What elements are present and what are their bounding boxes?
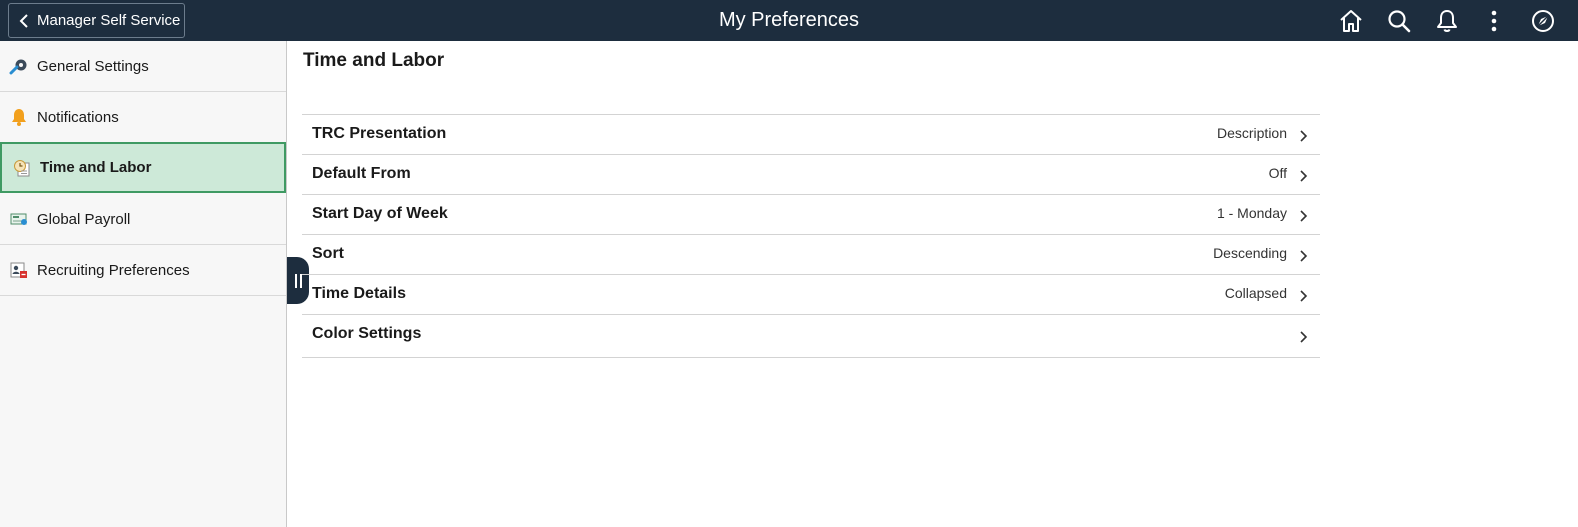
chevron-left-icon <box>19 13 28 28</box>
sidebar-item-label: General Settings <box>37 57 149 75</box>
chevron-right-icon <box>1300 250 1308 262</box>
pref-value: Collapsed <box>1224 285 1287 301</box>
pref-label: Sort <box>312 245 344 262</box>
pref-label: Start Day of Week <box>312 205 448 222</box>
sidebar-item-time-and-labor[interactable]: Time and Labor <box>0 142 286 193</box>
top-banner: Manager Self Service My Preferences <box>0 0 1578 41</box>
back-button-label: Manager Self Service <box>37 12 181 29</box>
pref-row-trc-presentation[interactable]: TRC Presentation Description <box>302 115 1320 155</box>
sidebar-item-label: Global Payroll <box>37 210 131 228</box>
bell-icon <box>9 107 29 127</box>
pref-row-sort[interactable]: Sort Descending <box>302 235 1320 275</box>
chevron-right-icon <box>1300 331 1308 343</box>
wrench-gear-icon <box>9 56 29 76</box>
payroll-check-icon <box>9 209 29 229</box>
pref-row-time-details[interactable]: Time Details Collapsed <box>302 275 1320 315</box>
sidebar: General Settings Notifications Time and … <box>0 41 287 527</box>
pref-row-color-settings[interactable]: Color Settings <box>302 315 1320 358</box>
bell-icon[interactable] <box>1434 8 1460 34</box>
pref-value: Off <box>1268 165 1287 181</box>
section-title: Time and Labor <box>303 50 445 71</box>
sidebar-item-label: Time and Labor <box>40 159 152 176</box>
home-icon[interactable] <box>1338 8 1364 34</box>
search-icon[interactable] <box>1386 8 1412 34</box>
sidebar-item-label: Notifications <box>37 108 119 126</box>
sidebar-item-recruiting-preferences[interactable]: Recruiting Preferences <box>0 245 286 296</box>
compass-icon[interactable] <box>1530 8 1556 34</box>
pref-row-start-day-of-week[interactable]: Start Day of Week 1 - Monday <box>302 195 1320 235</box>
chevron-right-icon <box>1300 130 1308 142</box>
chevron-right-icon <box>1300 170 1308 182</box>
back-button[interactable]: Manager Self Service <box>8 3 185 38</box>
clock-document-icon <box>12 158 32 178</box>
pref-value: Description <box>1216 125 1287 141</box>
pref-label: Color Settings <box>312 325 422 342</box>
handle-grip-line <box>294 273 297 288</box>
pref-label: TRC Presentation <box>312 125 447 142</box>
pref-label: Default From <box>312 165 411 182</box>
chevron-right-icon <box>1300 210 1308 222</box>
chevron-right-icon <box>1300 290 1308 302</box>
sidebar-item-global-payroll[interactable]: Global Payroll <box>0 194 286 245</box>
more-vertical-icon[interactable] <box>1481 8 1507 34</box>
recruiting-badge-icon <box>9 260 29 280</box>
pref-value: Descending <box>1213 245 1287 261</box>
pref-row-default-from[interactable]: Default From Off <box>302 155 1320 195</box>
pref-label: Time Details <box>312 285 406 302</box>
preferences-list: TRC Presentation Description Default Fro… <box>302 114 1320 358</box>
sidebar-item-notifications[interactable]: Notifications <box>0 92 286 143</box>
sidebar-item-label: Recruiting Preferences <box>37 261 190 279</box>
sidebar-item-general-settings[interactable]: General Settings <box>0 41 286 92</box>
pref-value: 1 - Monday <box>1216 205 1287 221</box>
